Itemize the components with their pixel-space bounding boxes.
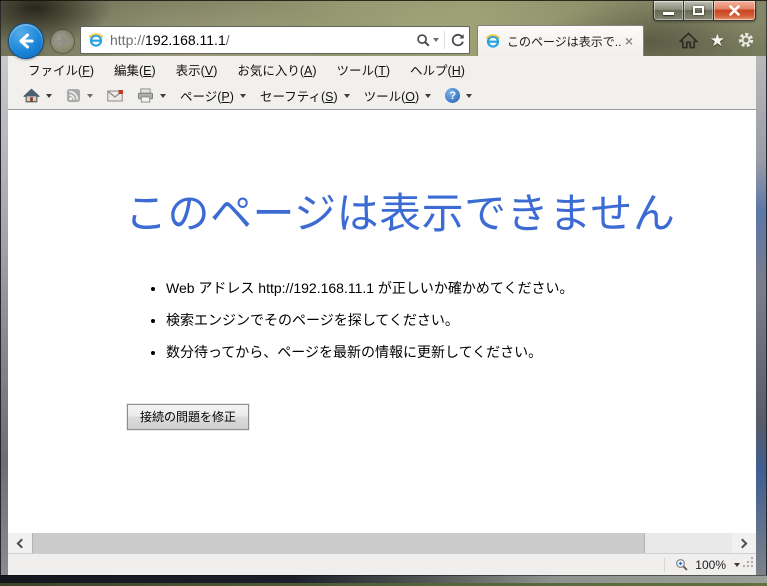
tab-close-icon[interactable]: × (622, 33, 636, 49)
minimize-icon (663, 12, 674, 15)
search-icon[interactable] (416, 33, 431, 48)
safety-dropdown-icon (343, 93, 350, 98)
chevron-left-icon (16, 538, 27, 548)
menu-edit[interactable]: 編集(E) (104, 56, 166, 83)
chevron-right-icon (737, 538, 748, 548)
read-mail-button[interactable] (102, 87, 128, 105)
tools-dropdown-icon (425, 93, 432, 98)
menu-help[interactable]: ヘルプ(H) (400, 56, 475, 83)
feeds-button[interactable] (61, 85, 98, 106)
help-icon: ? (445, 88, 461, 103)
back-button[interactable] (8, 23, 44, 59)
horizontal-scrollbar[interactable] (8, 533, 756, 553)
mail-icon (107, 89, 123, 101)
rss-icon (66, 88, 81, 103)
status-bar: 100% (8, 553, 756, 575)
address-bar[interactable]: http://192.168.11.1/ (80, 26, 470, 54)
forward-arrow-icon (56, 35, 68, 48)
refresh-icon[interactable] (450, 33, 465, 48)
help-menu-button[interactable]: ? (440, 85, 477, 106)
scrollbar-thumb[interactable] (32, 533, 645, 553)
list-item: Web アドレス http://192.168.11.1 が正しいか確かめてくだ… (166, 278, 574, 298)
menu-view[interactable]: 表示(V) (166, 56, 228, 83)
close-button[interactable] (714, 1, 756, 21)
window-controls (653, 1, 756, 21)
zoom-magnifier-icon (675, 558, 689, 572)
resize-grip[interactable] (742, 555, 754, 573)
print-dropdown-icon (160, 93, 166, 98)
menu-file[interactable]: ファイル(F) (18, 56, 104, 83)
minimize-button[interactable] (653, 1, 683, 21)
star-icon: ★ (709, 30, 725, 50)
tab-title: このページは表示で... (507, 34, 622, 49)
menu-tools[interactable]: ツール(T) (327, 56, 400, 83)
search-dropdown-icon[interactable] (433, 38, 439, 42)
forward-button[interactable] (50, 29, 75, 54)
url-text: http://192.168.11.1/ (110, 32, 416, 48)
settings-button[interactable] (737, 31, 755, 49)
maximize-icon (693, 6, 704, 15)
scroll-right-button[interactable] (732, 533, 756, 553)
maximize-button[interactable] (683, 1, 714, 21)
status-divider (664, 557, 666, 572)
printer-icon (138, 88, 153, 103)
scrollbar-track[interactable] (645, 533, 732, 553)
scroll-left-button[interactable] (8, 533, 32, 553)
tab-page-error[interactable]: このページは表示で... × (477, 25, 644, 56)
window-left-border (0, 56, 8, 575)
back-arrow-icon (19, 33, 34, 49)
print-button[interactable] (132, 85, 171, 106)
command-bar: ページ(P) セーフティ(S) ツール(O) ? (8, 82, 756, 110)
home-dropdown-icon (46, 93, 52, 98)
home-small-icon (23, 88, 40, 103)
fix-connection-button[interactable]: 接続の問題を修正 (127, 404, 250, 430)
menu-bar: ファイル(F) 編集(E) 表示(V) お気に入り(A) ツール(T) ヘルプ(… (8, 56, 756, 82)
url-scheme: http:// (110, 32, 146, 48)
browser-toolbar-icons: ★ (678, 31, 755, 49)
help-dropdown-icon (466, 93, 473, 98)
page-menu-button[interactable]: ページ(P) (175, 83, 251, 108)
gear-icon (738, 32, 754, 48)
zoom-control[interactable]: 100% (664, 554, 740, 575)
client-area: ファイル(F) 編集(E) 表示(V) お気に入り(A) ツール(T) ヘルプ(… (8, 56, 756, 575)
browser-window: http://192.168.11.1/ このページは表示で... × ★ ファ… (0, 0, 767, 586)
url-path: / (225, 32, 230, 48)
zoom-level: 100% (695, 557, 726, 572)
page-dropdown-icon (239, 93, 246, 98)
ie-tab-icon (485, 33, 501, 49)
menu-favorites[interactable]: お気に入り(A) (227, 56, 326, 83)
feeds-dropdown-icon (87, 93, 93, 98)
zoom-dropdown-icon (734, 562, 740, 567)
home-page-button[interactable] (18, 85, 57, 106)
tools-menu-button[interactable]: ツール(O) (359, 83, 437, 108)
address-divider (444, 31, 445, 49)
list-item: 検索エンジンでそのページを探してください。 (166, 310, 574, 330)
url-host: 192.168.11.1 (145, 32, 226, 48)
home-button[interactable] (678, 32, 698, 49)
window-right-border (756, 56, 767, 575)
favorites-button[interactable]: ★ (710, 32, 725, 49)
page-content: このページは表示できません Web アドレス http://192.168.11… (8, 110, 756, 533)
close-icon (729, 5, 740, 16)
home-icon (678, 32, 698, 48)
list-item: 数分待ってから、ページを最新の情報に更新してください。 (166, 342, 574, 362)
error-suggestion-list: Web アドレス http://192.168.11.1 が正しいか確かめてくだ… (166, 278, 574, 374)
safety-menu-button[interactable]: セーフティ(S) (255, 83, 355, 108)
ie-page-icon (88, 32, 104, 48)
error-page-title: このページは表示できません (125, 190, 676, 237)
